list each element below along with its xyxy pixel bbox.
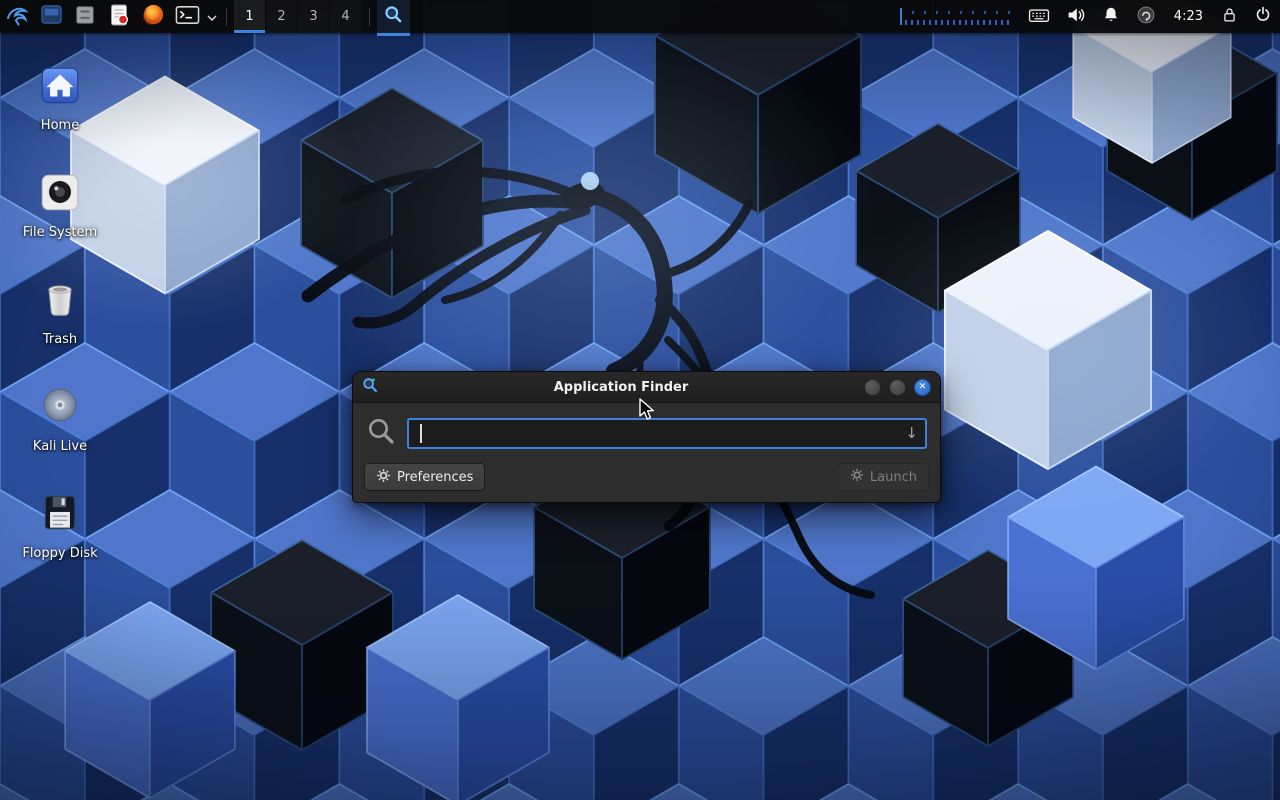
bell-icon [1102,5,1120,28]
panel-separator [226,8,227,26]
search-icon [366,416,396,450]
launch-gear-icon [850,468,864,486]
desktop-icon-kali-live[interactable]: Kali Live [14,383,106,455]
chevron-down-icon [207,7,217,26]
launcher-firefox[interactable] [136,0,170,33]
launcher-file-manager[interactable] [68,0,102,33]
volume-button[interactable] [1058,0,1094,33]
sync-icon [1136,5,1156,29]
search-input[interactable] [407,418,927,449]
top-panel: 1 2 3 4 [0,0,1280,33]
desktop-icon-trash[interactable]: Trash [14,276,106,348]
terminal-icon [175,5,200,29]
file-cabinet-icon [74,4,96,30]
maximize-button[interactable] [889,379,906,396]
desktop-icon-floppy-disk[interactable]: Floppy Disk [14,490,106,562]
text-caret [420,424,422,443]
desktop-icon-label: File System [23,226,97,241]
panel-separator [369,8,370,26]
desktop-icon-file-system[interactable]: File System [14,169,106,241]
text-editor-icon [108,3,130,31]
floppy-icon [37,490,83,540]
trash-icon [37,276,83,326]
system-monitor-graph[interactable] [900,7,1010,27]
desktop-icon-label: Trash [43,333,77,348]
keyboard-icon [1028,6,1050,28]
launcher-terminal[interactable] [170,0,204,33]
workspace-switcher: 1 2 3 4 [234,0,362,33]
dragon-eye-orb [581,172,599,190]
search-row: ↓ [353,403,940,456]
desktop-icon-label: Home [41,119,79,134]
workspace-3[interactable]: 3 [298,0,329,33]
action-row: Preferences Launch [353,456,940,502]
clock[interactable]: 4:23 [1164,9,1213,24]
screen-lock-button[interactable] [1213,0,1246,33]
launcher-files[interactable] [34,0,68,33]
search-entry: ↓ [407,418,927,449]
launch-label: Launch [870,470,917,485]
power-icon [1254,5,1272,28]
workspace-4[interactable]: 4 [330,0,361,33]
window-controls: ✕ [864,379,931,396]
window-app-icon [362,377,378,397]
launcher-text-editor[interactable] [102,0,136,33]
status-update-button[interactable] [1128,0,1164,33]
workspace-1[interactable]: 1 [234,0,265,33]
gear-icon [376,468,391,487]
terminal-menu-arrow[interactable] [204,0,219,33]
keyboard-indicator[interactable] [1020,0,1058,33]
minimize-button[interactable] [864,379,881,396]
magnifier-icon [384,5,403,28]
taskbar-app-finder[interactable] [377,0,410,36]
firefox-icon [142,3,165,30]
desktop-icon-label: Floppy Disk [22,547,97,562]
notifications-button[interactable] [1094,0,1128,33]
workspace-2[interactable]: 2 [266,0,297,33]
files-icon [40,3,63,30]
file-system-icon [37,169,83,219]
lock-icon [1221,5,1238,28]
speaker-icon [1066,6,1086,28]
kali-menu-button[interactable] [0,0,34,33]
power-button[interactable] [1246,0,1280,33]
desktop-icon-label: Kali Live [33,440,87,455]
titlebar[interactable]: Application Finder ✕ [353,372,940,403]
entry-dropdown-arrow[interactable]: ↓ [905,424,918,442]
close-button[interactable]: ✕ [914,379,931,396]
preferences-button[interactable]: Preferences [364,463,485,491]
kali-logo-icon [4,2,30,32]
disc-icon [37,383,83,433]
window-title: Application Finder [386,380,856,395]
desktop-icon-home[interactable]: Home [14,62,106,134]
launch-button[interactable]: Launch [838,463,929,491]
application-finder-window: Application Finder ✕ ↓ [352,371,941,503]
home-icon [37,62,83,112]
preferences-label: Preferences [397,470,473,485]
